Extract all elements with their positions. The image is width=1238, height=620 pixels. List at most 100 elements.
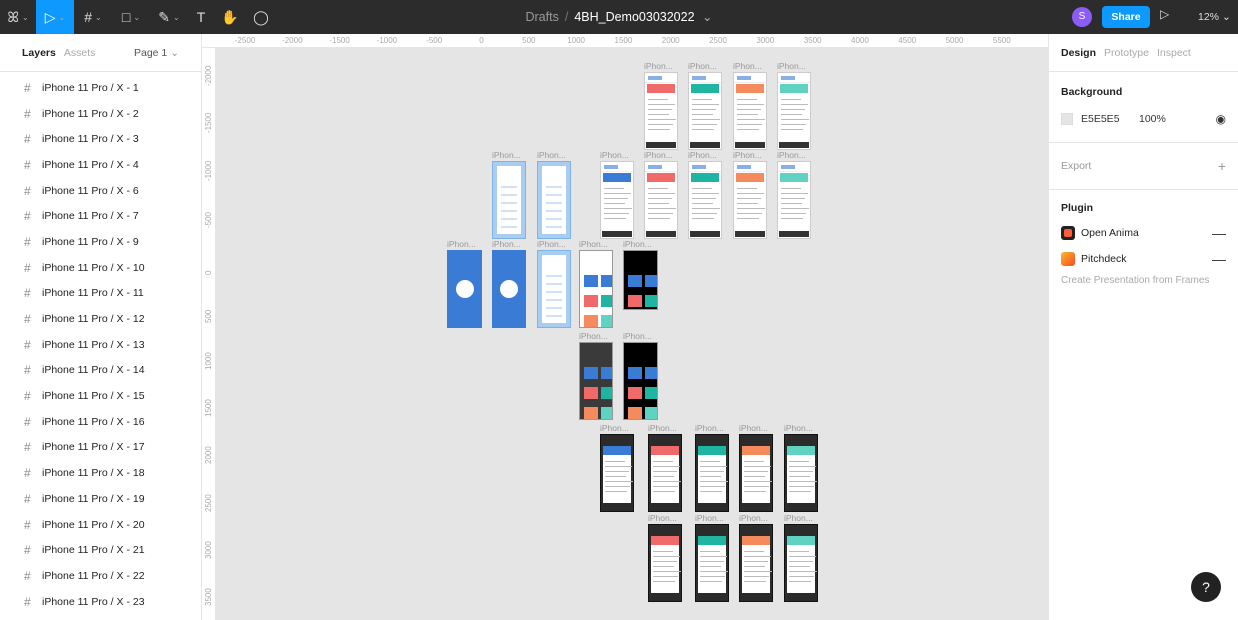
layer-item[interactable]: # iPhone 11 Pro / X - 2 [0, 101, 201, 127]
remove-plugin-minus-icon[interactable]: — [1212, 251, 1226, 267]
hand-tool[interactable]: ✋ [214, 0, 246, 34]
iphone-frame[interactable]: iPhon... [777, 61, 811, 150]
layer-item[interactable]: # iPhone 11 Pro / X - 20 [0, 512, 201, 538]
layer-item[interactable]: # iPhone 11 Pro / X - 9 [0, 229, 201, 255]
layer-item[interactable]: # iPhone 11 Pro / X - 4 [0, 152, 201, 178]
pen-icon: ✎ [158, 8, 171, 25]
frame-label: iPhon... [623, 239, 652, 249]
plugin-pitchdeck[interactable]: Pitchdeck — [1049, 246, 1238, 272]
layer-item[interactable]: #iPhone 11 Pro / X - 24 [0, 614, 201, 620]
chevron-down-icon[interactable]: ⌄ [59, 13, 66, 22]
iphone-frame[interactable]: iPhon... [644, 150, 678, 239]
tab-inspect[interactable]: Inspect [1157, 47, 1191, 59]
frame-content [600, 161, 634, 239]
chevron-down-icon[interactable]: ⌄ [95, 13, 102, 22]
user-avatar[interactable]: S [1072, 7, 1092, 27]
shape-tool[interactable]: □ ⌄ [112, 0, 150, 34]
layer-item[interactable]: # iPhone 11 Pro / X - 23 [0, 589, 201, 615]
add-export-plus-icon[interactable]: + [1218, 158, 1226, 174]
layer-item[interactable]: # iPhone 11 Pro / X - 19 [0, 486, 201, 512]
move-tool[interactable]: ▷ ⌄ [36, 0, 74, 34]
background-swatch[interactable] [1061, 113, 1073, 125]
help-button[interactable]: ? [1191, 572, 1221, 602]
layer-item[interactable]: # iPhone 11 Pro / X - 10 [0, 255, 201, 281]
ruler-tick-label: 1000 [204, 352, 213, 370]
drafts-link[interactable]: Drafts [525, 10, 558, 24]
layer-label: iPhone 11 Pro / X - 13 [42, 338, 145, 351]
iphone-frame[interactable]: iPhon... [695, 423, 729, 512]
text-tool[interactable]: T [188, 0, 214, 34]
iphone-frame[interactable]: iPhon... [579, 239, 613, 328]
iphone-frame[interactable]: iPhon... [579, 331, 613, 420]
layer-item[interactable]: # iPhone 11 Pro / X - 14 [0, 358, 201, 384]
iphone-frame[interactable]: iPhon... [739, 423, 773, 512]
iphone-frame[interactable]: iPhon... [688, 150, 722, 239]
page-selector[interactable]: Page 1 ⌄ [134, 47, 179, 59]
zoom-value: 12% [1198, 11, 1220, 23]
iphone-frame[interactable]: iPhon... [600, 423, 634, 512]
frame-content [739, 434, 773, 512]
frame-content [695, 524, 729, 602]
iphone-frame[interactable]: iPhon... [784, 513, 818, 602]
background-hex[interactable]: E5E5E5 [1081, 113, 1139, 125]
create-presentation-link[interactable]: Create Presentation from Frames [1049, 272, 1238, 289]
iphone-frame[interactable]: iPhon... [733, 150, 767, 239]
layer-item[interactable]: # iPhone 11 Pro / X - 6 [0, 178, 201, 204]
tab-design[interactable]: Design [1061, 47, 1096, 59]
chevron-down-icon[interactable]: ⌄ [173, 13, 180, 22]
design-canvas[interactable]: iPhon... iPhon... iPhon... iPhon... iPhon...… [216, 48, 1048, 620]
tab-layers[interactable]: Layers [22, 47, 56, 59]
layer-item[interactable]: # iPhone 11 Pro / X - 12 [0, 306, 201, 332]
iphone-frame[interactable]: iPhon... [688, 61, 722, 150]
iphone-frame[interactable]: iPhon... [492, 239, 526, 328]
iphone-frame[interactable]: iPhon... [648, 423, 682, 512]
frame-content [688, 72, 722, 150]
layer-item[interactable]: # iPhone 11 Pro / X - 17 [0, 435, 201, 461]
layer-item[interactable]: # iPhone 11 Pro / X - 18 [0, 460, 201, 486]
iphone-frame[interactable]: iPhon... [784, 423, 818, 512]
tool-group: ꕤ ⌄ ▷ ⌄ # ⌄ □ ⌄ ✎ ⌄ T ✋ ◯ [0, 0, 276, 34]
iphone-frame[interactable]: iPhon... [600, 150, 634, 239]
iphone-frame[interactable]: iPhon... [777, 150, 811, 239]
remove-plugin-minus-icon[interactable]: — [1212, 225, 1226, 241]
layer-item[interactable]: # iPhone 11 Pro / X - 15 [0, 383, 201, 409]
frame-content [784, 524, 818, 602]
ruler-tick-label: 3000 [756, 36, 775, 45]
iphone-frame[interactable]: iPhon... [648, 513, 682, 602]
iphone-frame[interactable]: iPhon... [644, 61, 678, 150]
file-name[interactable]: 4BH_Demo03032022 [574, 10, 694, 24]
iphone-frame[interactable]: iPhon... [739, 513, 773, 602]
iphone-frame[interactable]: iPhon... [492, 150, 526, 239]
main-menu[interactable]: ꕤ ⌄ [0, 0, 36, 34]
present-play-icon[interactable]: ▷ [1160, 7, 1169, 21]
layer-item[interactable]: # iPhone 11 Pro / X - 3 [0, 126, 201, 152]
frame-content [777, 72, 811, 150]
iphone-frame[interactable]: iPhon... [623, 331, 658, 420]
chevron-down-icon[interactable]: ⌄ [22, 13, 29, 22]
layer-item[interactable]: # iPhone 11 Pro / X - 16 [0, 409, 201, 435]
background-opacity[interactable]: 100% [1139, 113, 1166, 125]
file-menu-chevron-icon[interactable]: ⌄ [702, 10, 712, 24]
layer-item[interactable]: # iPhone 11 Pro / X - 7 [0, 203, 201, 229]
plugin-open-anima[interactable]: Open Anima — [1049, 220, 1238, 246]
iphone-frame[interactable]: iPhon... [537, 150, 571, 239]
tab-assets[interactable]: Assets [64, 47, 96, 59]
layer-item[interactable]: # iPhone 11 Pro / X - 22 [0, 563, 201, 589]
iphone-frame[interactable]: iPhon... [623, 239, 658, 310]
share-button[interactable]: Share [1102, 6, 1150, 28]
layer-item[interactable]: # iPhone 11 Pro / X - 1 [0, 75, 201, 101]
iphone-frame[interactable]: iPhon... [695, 513, 729, 602]
iphone-frame[interactable]: iPhon... [733, 61, 767, 150]
zoom-dropdown[interactable]: 12% ⌄ [1198, 11, 1231, 23]
chevron-down-icon[interactable]: ⌄ [133, 13, 140, 22]
layer-item[interactable]: # iPhone 11 Pro / X - 13 [0, 332, 201, 358]
frame-tool[interactable]: # ⌄ [74, 0, 112, 34]
iphone-frame[interactable]: iPhon... [447, 239, 482, 328]
layer-item[interactable]: # iPhone 11 Pro / X - 21 [0, 537, 201, 563]
pen-tool[interactable]: ✎ ⌄ [150, 0, 188, 34]
tab-prototype[interactable]: Prototype [1104, 47, 1149, 59]
comment-tool[interactable]: ◯ [246, 0, 276, 34]
layer-item[interactable]: # iPhone 11 Pro / X - 11 [0, 281, 201, 307]
visibility-eye-icon[interactable]: ◉ [1216, 112, 1226, 126]
iphone-frame[interactable]: iPhon... [537, 239, 571, 328]
